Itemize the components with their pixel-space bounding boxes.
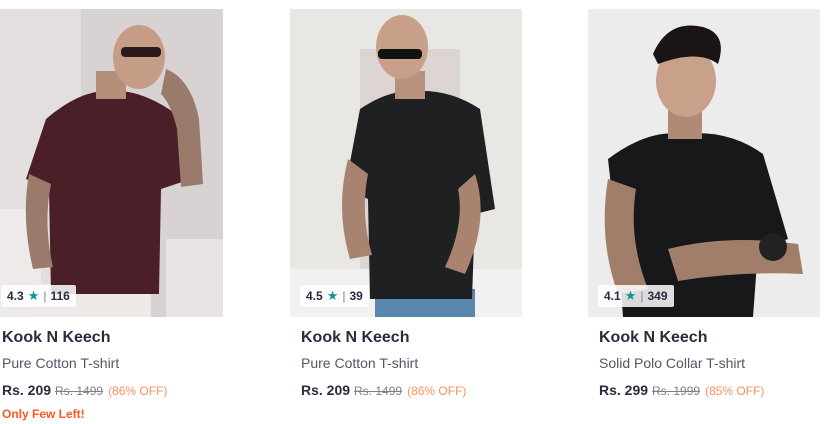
discount-percent: (86% OFF)	[407, 384, 467, 398]
rating-separator: |	[43, 289, 47, 303]
discounted-price: Rs. 299	[599, 382, 649, 398]
rating-badge: 4.1 ★ | 349	[598, 285, 674, 307]
product-grid: 4.3 ★ | 116 Kook N Keech Pure Cotton T-s…	[0, 0, 827, 424]
product-name[interactable]: Pure Cotton T-shirt	[301, 355, 418, 371]
original-price: Rs. 1999	[652, 384, 701, 398]
product-brand[interactable]: Kook N Keech	[2, 329, 110, 347]
product-name[interactable]: Solid Polo Collar T-shirt	[599, 355, 745, 371]
product-brand[interactable]: Kook N Keech	[599, 329, 707, 347]
product-card[interactable]: 4.5 ★ | 39 Kook N Keech Pure Cotton T-sh…	[290, 0, 522, 424]
rating-value: 4.5	[306, 289, 323, 303]
product-brand[interactable]: Kook N Keech	[301, 329, 409, 347]
rating-value: 4.1	[604, 289, 621, 303]
rating-count: 116	[50, 289, 70, 303]
discount-percent: (86% OFF)	[108, 384, 168, 398]
stock-note: Only Few Left!	[2, 407, 85, 421]
rating-badge: 4.3 ★ | 116	[1, 285, 76, 307]
rating-separator: |	[640, 289, 644, 303]
rating-count: 39	[349, 289, 363, 303]
product-image[interactable]: 4.1 ★ | 349	[588, 9, 820, 317]
star-icon: ★	[27, 288, 40, 303]
price-row: Rs. 299 Rs. 1999 (85% OFF)	[599, 382, 764, 398]
original-price: Rs. 1499	[55, 384, 104, 398]
product-card[interactable]: 4.3 ★ | 116 Kook N Keech Pure Cotton T-s…	[0, 0, 223, 424]
original-price: Rs. 1499	[354, 384, 403, 398]
product-card[interactable]: 4.1 ★ | 349 Kook N Keech Solid Polo Coll…	[588, 0, 820, 424]
product-image[interactable]: 4.5 ★ | 39	[290, 9, 522, 317]
product-image[interactable]: 4.3 ★ | 116	[0, 9, 223, 317]
rating-separator: |	[342, 289, 346, 303]
rating-value: 4.3	[7, 289, 24, 303]
price-row: Rs. 209 Rs. 1499 (86% OFF)	[301, 382, 466, 398]
rating-count: 349	[647, 289, 668, 303]
discounted-price: Rs. 209	[301, 382, 351, 398]
star-icon: ★	[326, 288, 339, 303]
star-icon: ★	[624, 288, 637, 303]
discounted-price: Rs. 209	[2, 382, 52, 398]
product-name[interactable]: Pure Cotton T-shirt	[2, 355, 119, 371]
discount-percent: (85% OFF)	[705, 384, 765, 398]
price-row: Rs. 209 Rs. 1499 (86% OFF)	[2, 382, 167, 398]
rating-badge: 4.5 ★ | 39	[300, 285, 369, 307]
